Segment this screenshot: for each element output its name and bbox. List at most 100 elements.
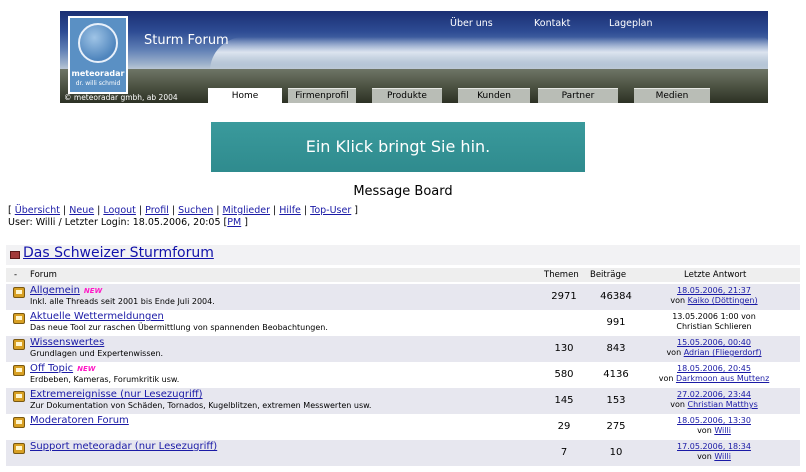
- last-reply-author-line: von Christian Matthys: [636, 400, 792, 410]
- last-reply-date[interactable]: 27.02.2006, 23:44: [636, 390, 792, 400]
- site-title: Sturm Forum: [144, 33, 229, 48]
- last-reply: 27.02.2006, 23:44 von Christian Matthys: [636, 390, 792, 410]
- last-reply: 17.05.2006, 18:34 von Willi: [636, 442, 792, 462]
- forum-folder-icon: [13, 339, 25, 350]
- link-suchen[interactable]: Suchen: [178, 205, 213, 216]
- forum-link[interactable]: Allgemein NEW: [30, 285, 102, 296]
- forum-folder-icon: [13, 391, 25, 402]
- column-themen: Themen: [544, 270, 579, 280]
- tab-firmenprofil[interactable]: Firmenprofil: [288, 88, 356, 103]
- tab-home[interactable]: Home: [208, 88, 282, 103]
- forum-folder-icon: [13, 365, 25, 376]
- category-title[interactable]: Das Schweizer Sturmforum: [23, 245, 214, 261]
- forum-link[interactable]: Off Topic NEW: [30, 363, 95, 374]
- last-reply-author[interactable]: Darkmoon aus Muttenz: [676, 374, 769, 383]
- copyright-text: © meteoradar gmbh, ab 2004: [64, 93, 178, 102]
- link-uebersicht[interactable]: Übersicht: [15, 205, 60, 216]
- pm-link[interactable]: PM: [227, 217, 241, 228]
- last-reply-author[interactable]: Christian Matthys: [687, 400, 757, 409]
- author-prefix: von: [697, 426, 712, 435]
- last-reply-author-line: von Willi: [636, 452, 792, 462]
- forum-name: Allgemein: [30, 285, 80, 296]
- forum-link[interactable]: Wissenswertes: [30, 337, 104, 348]
- globe-icon: [78, 23, 118, 63]
- last-reply-author[interactable]: Willi: [714, 452, 731, 461]
- forum-link[interactable]: Moderatoren Forum: [30, 415, 129, 426]
- user-status: User: Willi / Letzter Login: 18.05.2006,…: [8, 217, 248, 228]
- meteoradar-logo[interactable]: meteoradar dr. willi schmid: [68, 16, 128, 94]
- tab-medien[interactable]: Medien: [634, 88, 710, 103]
- forum-row: Allgemein NEW Inkl. alle Threads seit 200…: [6, 284, 800, 310]
- column-forum: Forum: [30, 270, 57, 280]
- link-logout[interactable]: Logout: [103, 205, 136, 216]
- nav-link-lageplan[interactable]: Lageplan: [609, 18, 653, 29]
- link-hilfe[interactable]: Hilfe: [279, 205, 301, 216]
- ad-banner[interactable]: Ein Klick bringt Sie hin.: [211, 122, 585, 172]
- author-prefix: von: [658, 374, 674, 383]
- collapse-toggle[interactable]: -: [14, 270, 17, 280]
- last-reply-author[interactable]: Willi: [714, 426, 731, 435]
- last-reply-author-line: von Adrian (Fliegerdorf): [636, 348, 792, 358]
- forum-folder-icon: [13, 443, 25, 454]
- table-header: - Forum Themen Beiträge Letzte Antwort: [6, 268, 800, 282]
- forum-name: Off Topic: [30, 363, 74, 374]
- last-reply-date: 13.05.2006 1:00 von: [672, 312, 756, 321]
- forum-folder-icon: [13, 313, 25, 324]
- last-reply-author[interactable]: Adrian (Fliegerdorf): [684, 348, 762, 357]
- link-mitglieder[interactable]: Mitglieder: [223, 205, 271, 216]
- thread-count: 7: [560, 447, 568, 458]
- forum-description: Das neue Tool zur raschen Übermittlung v…: [30, 323, 328, 332]
- forum-folder-icon: [13, 417, 25, 428]
- thread-count: 580: [554, 369, 574, 380]
- forum-row: Wissenswertes Grundlagen und Expertenwis…: [6, 336, 800, 362]
- logo-subtitle: dr. willi schmid: [75, 80, 121, 87]
- last-reply-author: Christian Schlieren: [676, 322, 752, 331]
- site-header: meteoradar dr. willi schmid © meteoradar…: [60, 11, 768, 103]
- forum-description: Erdbeben, Kameras, Forumkritik usw.: [30, 375, 180, 384]
- thread-count: 145: [554, 395, 574, 406]
- last-reply: 13.05.2006 1:00 von Christian Schlieren: [636, 312, 792, 332]
- nav-link-ueber-uns[interactable]: Über uns: [450, 18, 493, 29]
- link-top-user[interactable]: Top-User: [310, 205, 351, 216]
- forum-description: Grundlagen und Expertenwissen.: [30, 349, 164, 358]
- forum-row: Off Topic NEW Erdbeben, Kameras, Forumkri…: [6, 362, 800, 388]
- header-cloud-graphic: [210, 37, 768, 71]
- forum-description: Inkl. alle Threads seit 2001 bis Ende Ju…: [30, 297, 215, 306]
- forum-row: Extremereignisse (nur Lesezugriff) Zur D…: [6, 388, 800, 414]
- last-reply: 18.05.2006, 21:37 von Kaiko (Döttingen): [636, 286, 792, 306]
- thread-count: 29: [557, 421, 571, 432]
- author-prefix: von: [670, 400, 685, 409]
- column-letzte-antwort: Letzte Antwort: [684, 270, 747, 280]
- link-profil[interactable]: Profil: [145, 205, 169, 216]
- user-login-text: User: Willi / Letzter Login: 18.05.2006,…: [8, 217, 228, 228]
- last-reply-date[interactable]: 18.05.2006, 20:45: [636, 364, 792, 374]
- forum-link[interactable]: Support meteoradar (nur Lesezugriff): [30, 441, 217, 452]
- board-nav: [ Übersicht | Neue | Logout | Profil | S…: [8, 205, 358, 216]
- thread-count: 130: [554, 343, 574, 354]
- last-reply-date[interactable]: 18.05.2006, 13:30: [636, 416, 792, 426]
- last-reply-date[interactable]: 17.05.2006, 18:34: [636, 442, 792, 452]
- tab-produkte[interactable]: Produkte: [372, 88, 442, 103]
- last-reply-author-line: von Darkmoon aus Muttenz: [636, 374, 792, 384]
- last-reply: 18.05.2006, 20:45 von Darkmoon aus Mutte…: [636, 364, 792, 384]
- link-neue[interactable]: Neue: [69, 205, 94, 216]
- forum-row: Support meteoradar (nur Lesezugriff) 7 1…: [6, 440, 800, 466]
- last-reply-author-line: von Willi: [636, 426, 792, 436]
- forum-link[interactable]: Aktuelle Wettermeldungen: [30, 311, 164, 322]
- new-badge: NEW: [83, 287, 103, 295]
- forum-link[interactable]: Extremereignisse (nur Lesezugriff): [30, 389, 203, 400]
- last-reply-date[interactable]: 18.05.2006, 21:37: [636, 286, 792, 296]
- last-reply-author-line: von Kaiko (Döttingen): [636, 296, 792, 306]
- tab-kunden[interactable]: Kunden: [458, 88, 530, 103]
- author-prefix: von: [666, 348, 682, 357]
- nav-link-kontakt[interactable]: Kontakt: [534, 18, 570, 29]
- tab-partner[interactable]: Partner: [538, 88, 618, 103]
- forum-description: Zur Dokumentation von Schäden, Tornados,…: [30, 401, 372, 410]
- last-reply: 18.05.2006, 13:30 von Willi: [636, 416, 792, 436]
- last-reply-date[interactable]: 15.05.2006, 00:40: [636, 338, 792, 348]
- logo-name: meteoradar: [71, 69, 125, 78]
- category-folder-icon: [10, 251, 20, 259]
- forum-row: Moderatoren Forum 29 275 18.05.2006, 13:…: [6, 414, 800, 440]
- forum-row: Aktuelle Wettermeldungen Das neue Tool z…: [6, 310, 800, 336]
- last-reply-author[interactable]: Kaiko (Döttingen): [688, 296, 758, 305]
